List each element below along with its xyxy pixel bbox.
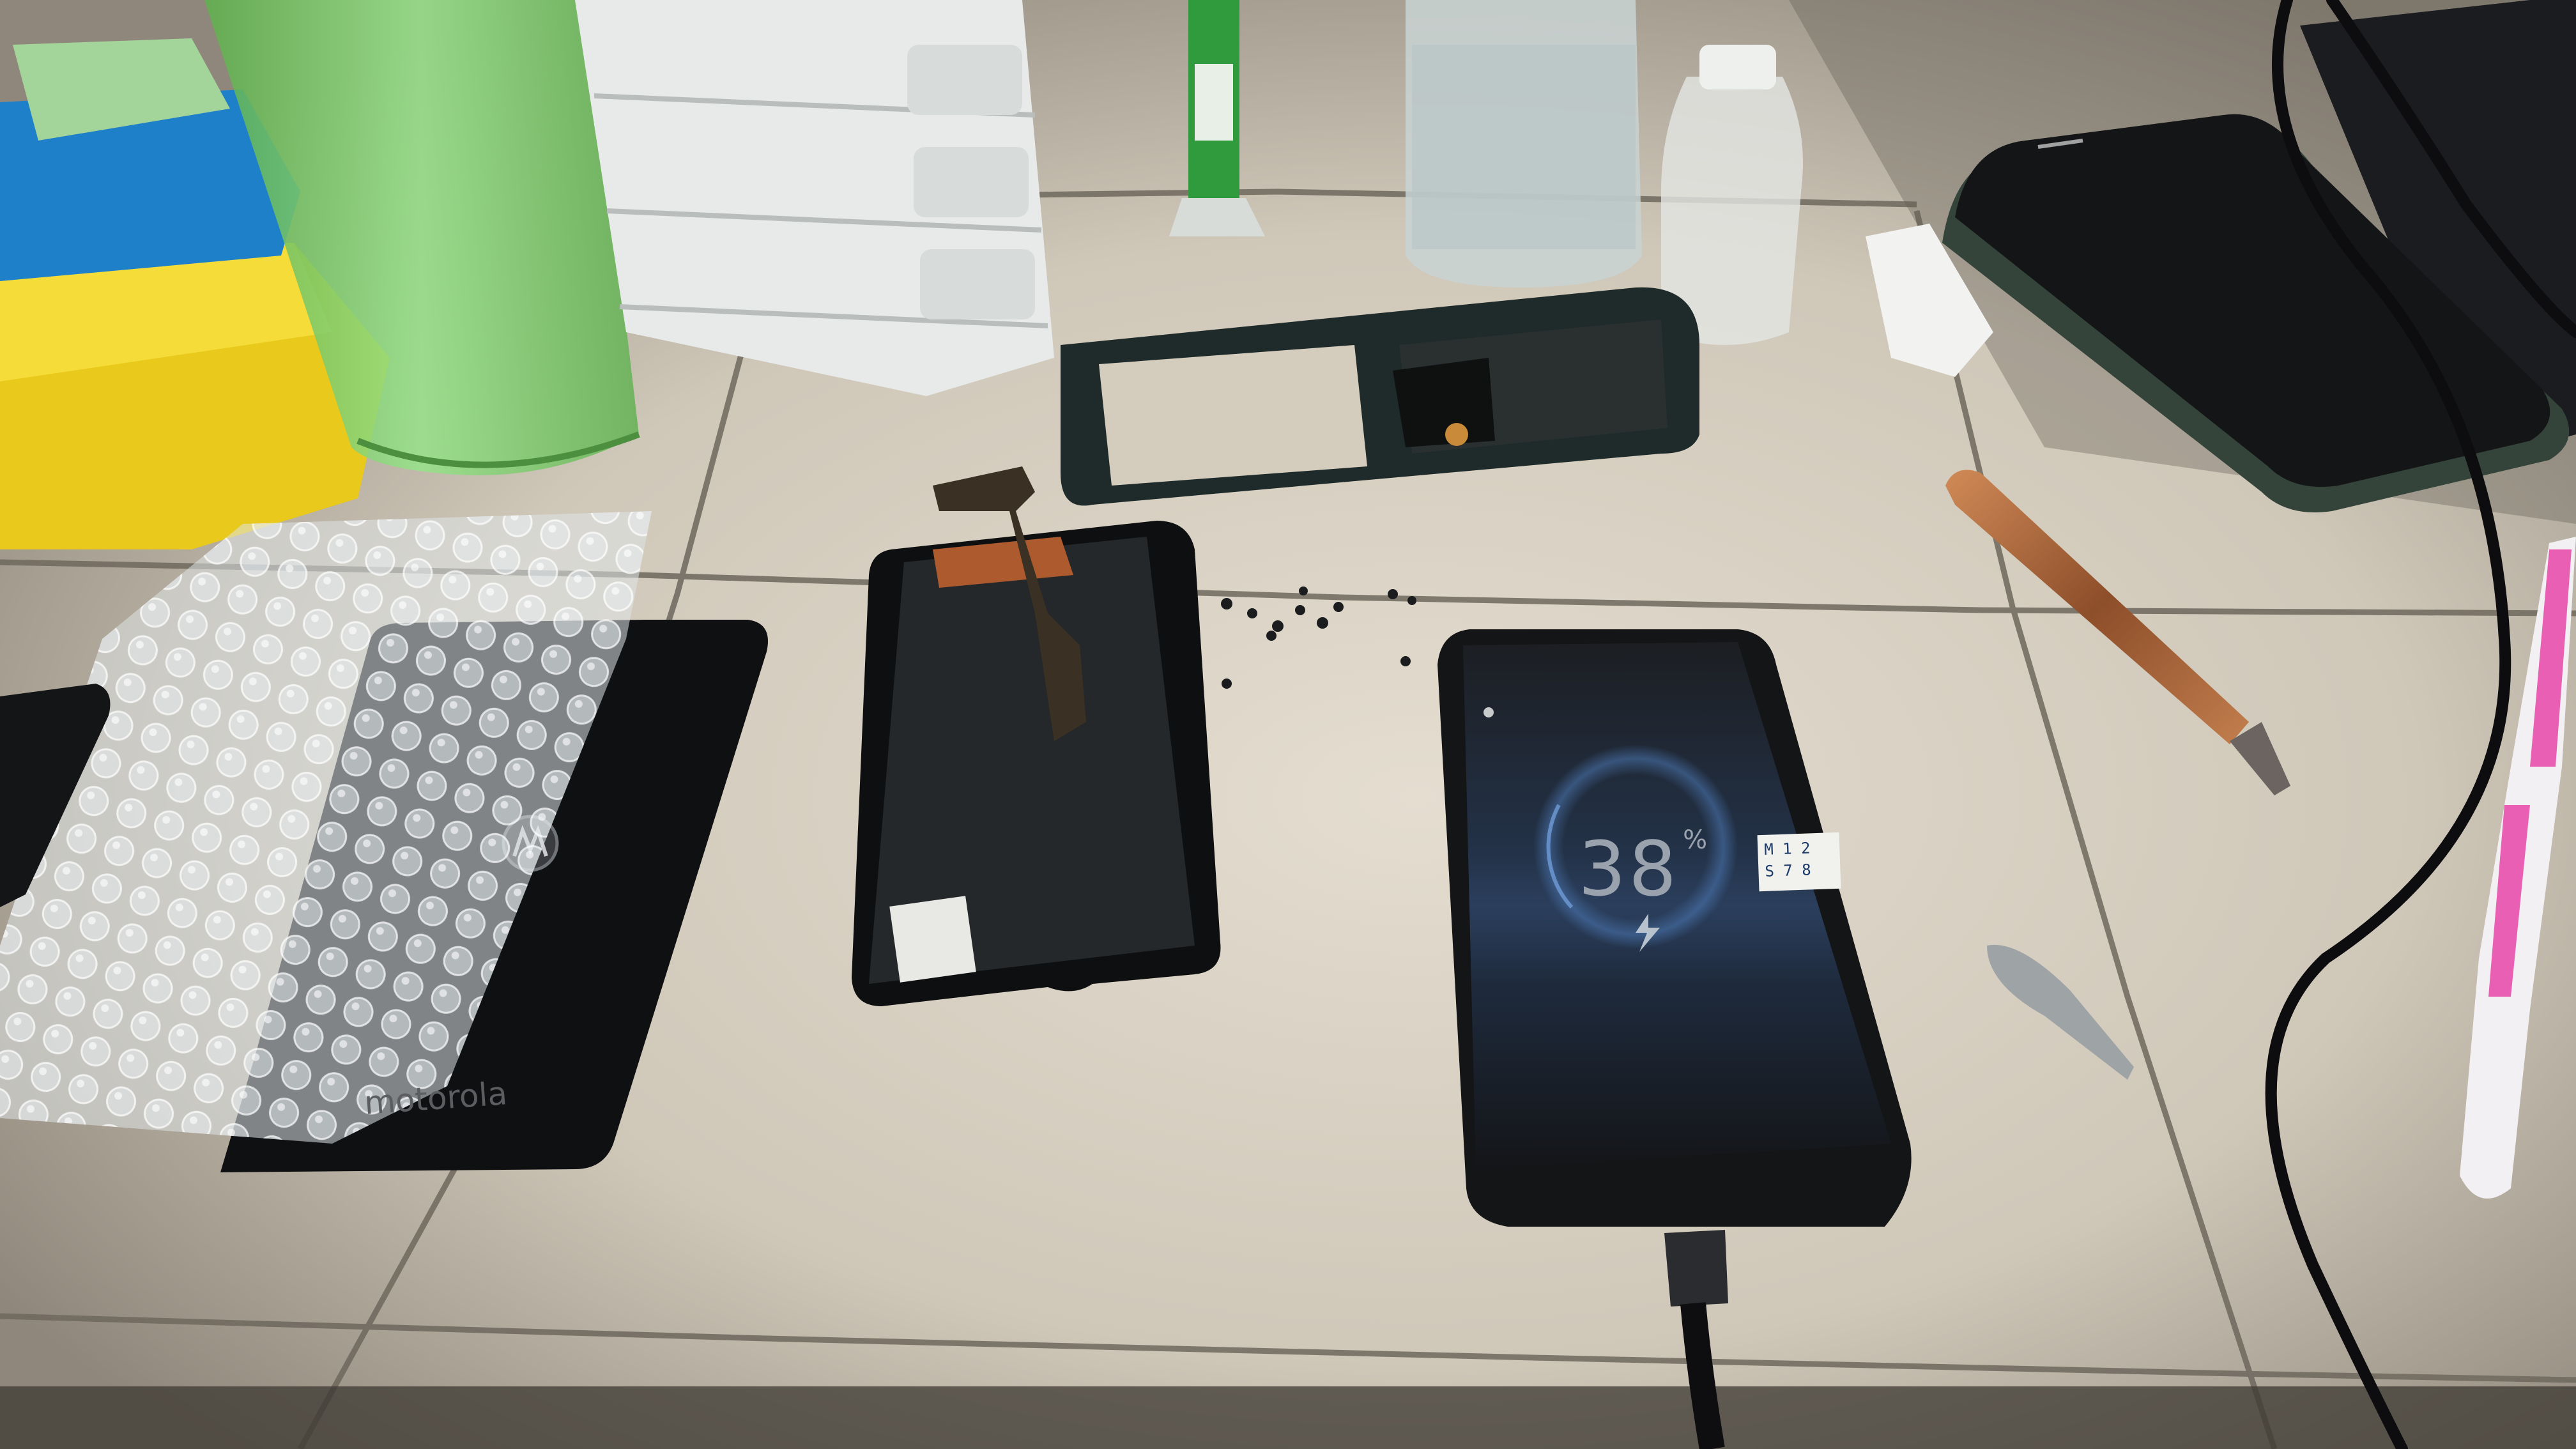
- screen-sticker: [1757, 832, 1841, 892]
- liquid-bottle: [1406, 0, 1642, 288]
- charging-ring: [1533, 744, 1738, 949]
- workbench-scene: [0, 0, 2576, 1449]
